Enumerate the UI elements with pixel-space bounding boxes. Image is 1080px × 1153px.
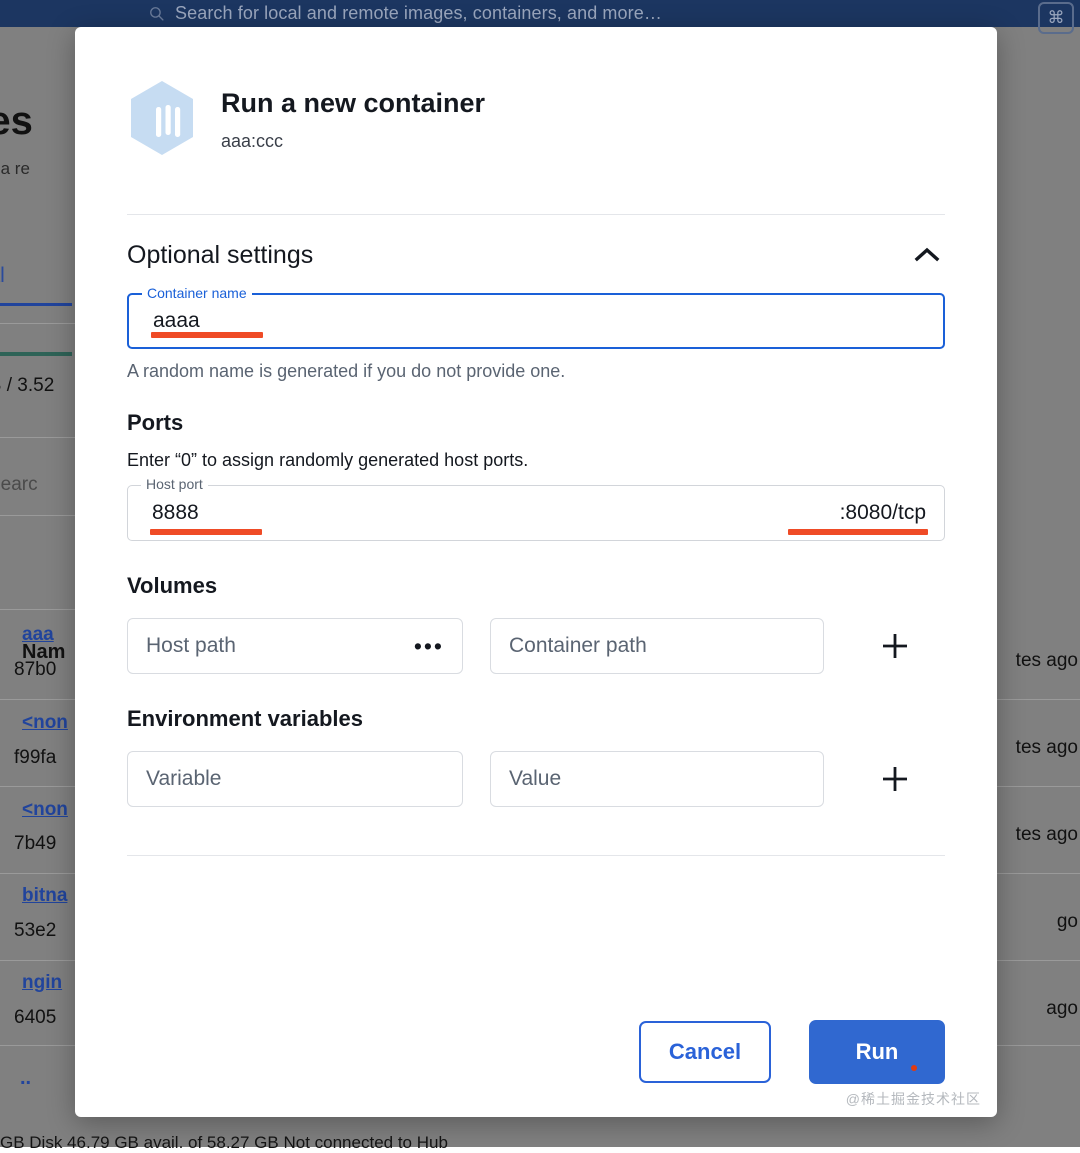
container-image-icon [127,79,197,157]
ports-section-title: Ports [127,410,945,436]
run-button-label: Run [856,1039,899,1065]
cancel-button[interactable]: Cancel [639,1021,771,1083]
global-search[interactable]: Search for local and remote images, cont… [148,0,1020,27]
bg-row-name-link[interactable]: <non [22,799,68,821]
container-name-helper-text: A random name is generated if you do not… [127,361,945,382]
bg-row-divider [995,873,1080,874]
plus-icon [879,630,911,662]
bg-divider [0,515,75,516]
volumes-section-title: Volumes [127,573,945,599]
bg-row-id: 6405 [14,1007,56,1029]
container-port-suffix: :8080/tcp [840,501,944,525]
bg-row-id: f99fa [14,747,56,769]
bg-row-divider [0,873,75,874]
volumes-row: Host path ••• Container path [127,618,945,674]
env-variable-placeholder: Variable [146,767,222,791]
run-button[interactable]: Run [809,1020,945,1084]
env-variable-input[interactable]: Variable [127,751,463,807]
bg-tab-underline [0,303,72,306]
dialog-title: Run a new container [221,87,485,119]
add-volume-button[interactable] [873,624,917,668]
bg-row-divider [0,699,75,700]
bg-row-time: tes ago [1016,737,1078,759]
bg-row-id: 87b0 [14,659,56,681]
host-port-input[interactable]: 8888 [128,501,199,525]
optional-settings-header[interactable]: Optional settings [127,237,945,273]
search-icon [148,5,165,22]
bg-usage-bar [0,352,72,356]
cursor-dot-marker [911,1065,917,1071]
env-vars-section-title: Environment variables [127,706,945,732]
search-placeholder: Search for local and remote images, cont… [175,3,662,24]
host-path-input[interactable]: Host path ••• [127,618,463,674]
bg-row-name-link[interactable]: ngin [22,972,62,994]
bg-row-divider [0,786,75,787]
bg-size-text: GB / 3.52 [0,375,54,397]
bg-row-divider [0,609,75,610]
bg-row-divider [0,960,75,961]
bg-row-name-link[interactable]: bitna [22,885,67,907]
bg-divider [0,323,75,324]
bg-row-time: ago [1046,998,1078,1020]
bg-row-divider [995,960,1080,961]
host-path-placeholder: Host path [146,634,236,658]
host-port-field[interactable]: Host port 8888 :8080/tcp [127,485,945,541]
bg-pagination-more[interactable]: .. [20,1067,31,1090]
bg-row-divider [995,786,1080,787]
bg-row-divider [995,699,1080,700]
container-name-legend: Container name [142,286,252,300]
chevron-up-icon [914,247,940,263]
bg-row-name-link[interactable]: <non [22,712,68,734]
bg-page-title: ges [0,99,33,144]
dialog-subtitle: aaa:ccc [221,131,485,152]
container-path-placeholder: Container path [509,634,647,658]
dialog-header: Run a new container aaa:ccc [127,27,945,157]
bg-row-time: go [1057,911,1078,933]
run-new-container-dialog: Run a new container aaa:ccc Optional set… [75,27,997,1117]
bg-row-divider [0,1045,75,1046]
bg-row-name-link[interactable]: aaa [22,624,54,646]
container-name-field[interactable]: Container name aaaa [127,293,945,349]
bg-row-divider [995,1045,1080,1046]
ports-hint: Enter “0” to assign randomly generated h… [127,450,945,471]
collapse-toggle-button[interactable] [909,237,945,273]
host-port-legend: Host port [141,477,208,491]
footer-divider [127,855,945,856]
bg-row-id: 7b49 [14,833,56,855]
bg-row-id: 53e2 [14,920,56,942]
annotation-underline-container-name [151,332,263,338]
optional-settings-label: Optional settings [127,241,313,270]
env-value-input[interactable]: Value [490,751,824,807]
watermark: @稀土掘金技术社区 [846,1089,981,1109]
bg-row-time: tes ago [1016,824,1078,846]
bg-row-time: tes ago [1016,650,1078,672]
header-divider [127,214,945,215]
annotation-underline-host-port [150,529,262,535]
container-path-input[interactable]: Container path [490,618,824,674]
annotation-underline-container-port [788,529,928,535]
env-vars-row: Variable Value [127,751,945,807]
add-env-var-button[interactable] [873,757,917,801]
bg-page-subtitle: ge is a re [0,159,30,179]
container-name-input[interactable]: aaaa [129,309,200,333]
bg-search-input[interactable]: Searc [0,474,38,496]
env-value-placeholder: Value [509,767,561,791]
command-key-badge[interactable]: ⌘ [1038,2,1074,34]
plus-icon [879,763,911,795]
app-topbar: Search for local and remote images, cont… [0,0,1080,27]
bg-divider [0,437,75,438]
status-bar: GB Disk 46.79 GB avail. of 58.27 GB Not … [0,1133,448,1153]
bg-tab-local[interactable]: cal [0,264,5,288]
